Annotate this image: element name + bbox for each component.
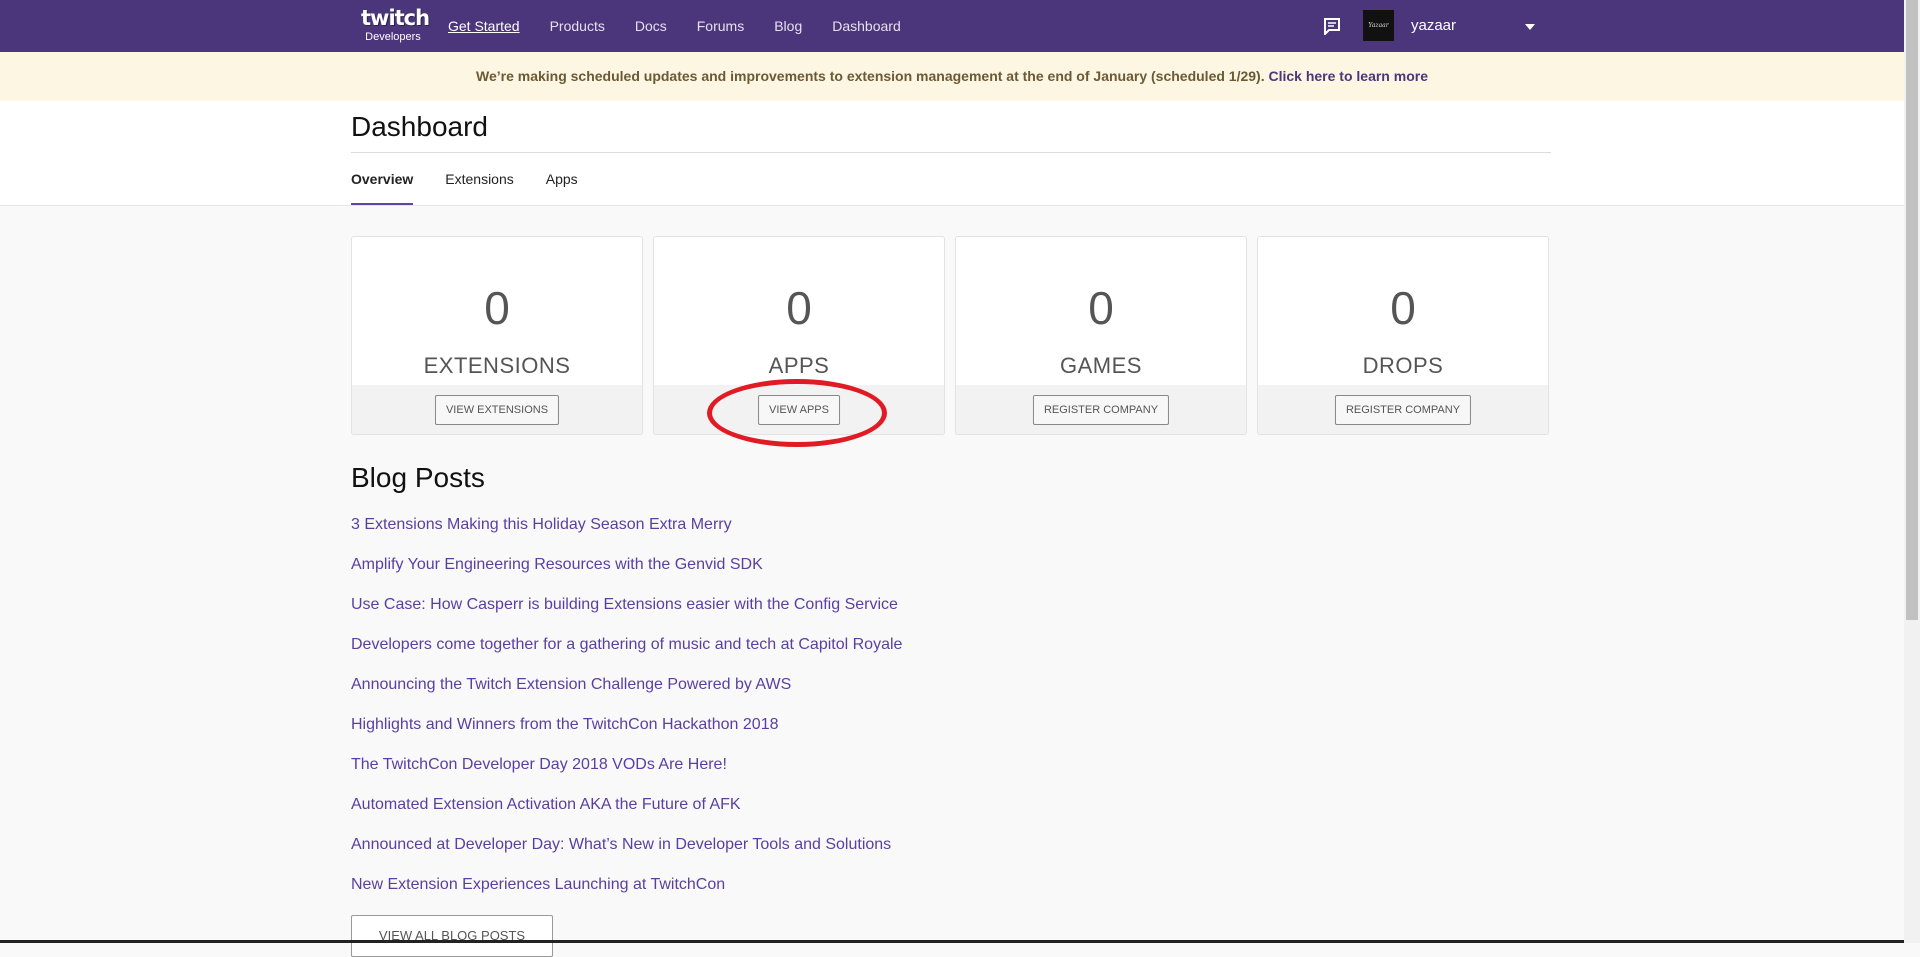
main-nav: Get Started Products Docs Forums Blog Da… [448, 0, 931, 52]
stat-cards: 0 EXTENSIONS VIEW EXTENSIONS 0 APPS VIEW… [351, 236, 1551, 435]
blog-section-title: Blog Posts [351, 462, 485, 493]
card-footer: REGISTER COMPANY [956, 385, 1246, 434]
list-item: Announcing the Twitch Extension Challeng… [351, 673, 902, 713]
drops-card: 0 DROPS REGISTER COMPANY [1257, 236, 1549, 435]
username-label[interactable]: yazaar [1411, 0, 1456, 52]
tab-apps[interactable]: Apps [546, 167, 578, 205]
extensions-label: EXTENSIONS [423, 353, 571, 378]
page-title: Dashboard [351, 111, 488, 142]
blog-post-link[interactable]: New Extension Experiences Launching at T… [351, 876, 725, 893]
view-extensions-button[interactable]: VIEW EXTENSIONS [434, 395, 560, 425]
games-label: GAMES [1060, 353, 1142, 378]
scrollbar-thumb[interactable] [1906, 0, 1918, 620]
top-navigation-inner: twitch Developers Get Started Products D… [351, 0, 1551, 52]
caret-down-icon[interactable] [1525, 24, 1535, 30]
card-footer: VIEW EXTENSIONS [352, 385, 642, 434]
list-item: Highlights and Winners from the TwitchCo… [351, 713, 902, 753]
extensions-count: 0 [484, 282, 510, 334]
title-divider [351, 152, 1551, 153]
list-item: Use Case: How Casperr is building Extens… [351, 593, 902, 633]
games-card: 0 GAMES REGISTER COMPANY [955, 236, 1247, 435]
red-highlight-circle [707, 379, 887, 447]
list-item: Amplify Your Engineering Resources with … [351, 553, 902, 593]
register-company-button-drops[interactable]: REGISTER COMPANY [1334, 395, 1472, 425]
list-item: 3 Extensions Making this Holiday Season … [351, 513, 902, 553]
blog-post-list: 3 Extensions Making this Holiday Season … [351, 513, 902, 913]
dashboard-header: Dashboard Overview Extensions Apps [0, 101, 1904, 206]
banner-text: We’re making scheduled updates and impro… [475, 68, 1269, 84]
blog-post-link[interactable]: Announced at Developer Day: What’s New i… [351, 836, 891, 853]
drops-count: 0 [1390, 282, 1416, 334]
nav-dashboard[interactable]: Dashboard [832, 0, 901, 52]
list-item: The TwitchCon Developer Day 2018 VODs Ar… [351, 753, 902, 793]
nav-products[interactable]: Products [550, 0, 605, 52]
apps-count: 0 [786, 282, 812, 334]
dashboard-tabs: Overview Extensions Apps [351, 167, 610, 205]
blog-post-link[interactable]: The TwitchCon Developer Day 2018 VODs Ar… [351, 756, 727, 773]
extensions-card: 0 EXTENSIONS VIEW EXTENSIONS [351, 236, 643, 435]
games-count: 0 [1088, 282, 1114, 334]
blog-post-link[interactable]: Use Case: How Casperr is building Extens… [351, 596, 898, 613]
blog-post-link[interactable]: Amplify Your Engineering Resources with … [351, 556, 763, 573]
page-scrollbar[interactable] [1904, 0, 1920, 943]
logo-wordmark: twitch [361, 6, 430, 30]
tab-overview[interactable]: Overview [351, 167, 414, 205]
drops-label: DROPS [1362, 353, 1444, 378]
list-item: Automated Extension Activation AKA the F… [351, 793, 902, 833]
apps-label: APPS [768, 353, 830, 378]
message-icon[interactable] [1323, 17, 1341, 35]
blog-post-link[interactable]: Developers come together for a gathering… [351, 636, 902, 653]
avatar[interactable]: Yazaar [1363, 10, 1394, 41]
list-item: Developers come together for a gathering… [351, 633, 902, 673]
nav-forums[interactable]: Forums [697, 0, 744, 52]
logo-subtitle: Developers [365, 31, 421, 43]
list-item: New Extension Experiences Launching at T… [351, 873, 902, 913]
top-navigation-bar: twitch Developers Get Started Products D… [0, 0, 1904, 52]
announcement-banner: We’re making scheduled updates and impro… [0, 52, 1904, 101]
blog-post-link[interactable]: 3 Extensions Making this Holiday Season … [351, 516, 732, 533]
banner-learn-more-link[interactable]: Click here to learn more [1268, 68, 1428, 84]
tab-extensions[interactable]: Extensions [445, 167, 513, 205]
nav-get-started[interactable]: Get Started [448, 0, 520, 52]
blog-post-link[interactable]: Announcing the Twitch Extension Challeng… [351, 676, 791, 693]
view-all-blog-posts-button[interactable]: VIEW ALL BLOG POSTS [351, 915, 553, 957]
blog-post-link[interactable]: Highlights and Winners from the TwitchCo… [351, 716, 778, 733]
card-footer: REGISTER COMPANY [1258, 385, 1548, 434]
blog-post-link[interactable]: Automated Extension Activation AKA the F… [351, 796, 741, 813]
nav-blog[interactable]: Blog [774, 0, 802, 52]
register-company-button-games[interactable]: REGISTER COMPANY [1032, 395, 1170, 425]
twitch-developers-logo[interactable]: twitch Developers [361, 6, 430, 44]
nav-docs[interactable]: Docs [635, 0, 667, 52]
list-item: Announced at Developer Day: What’s New i… [351, 833, 902, 873]
